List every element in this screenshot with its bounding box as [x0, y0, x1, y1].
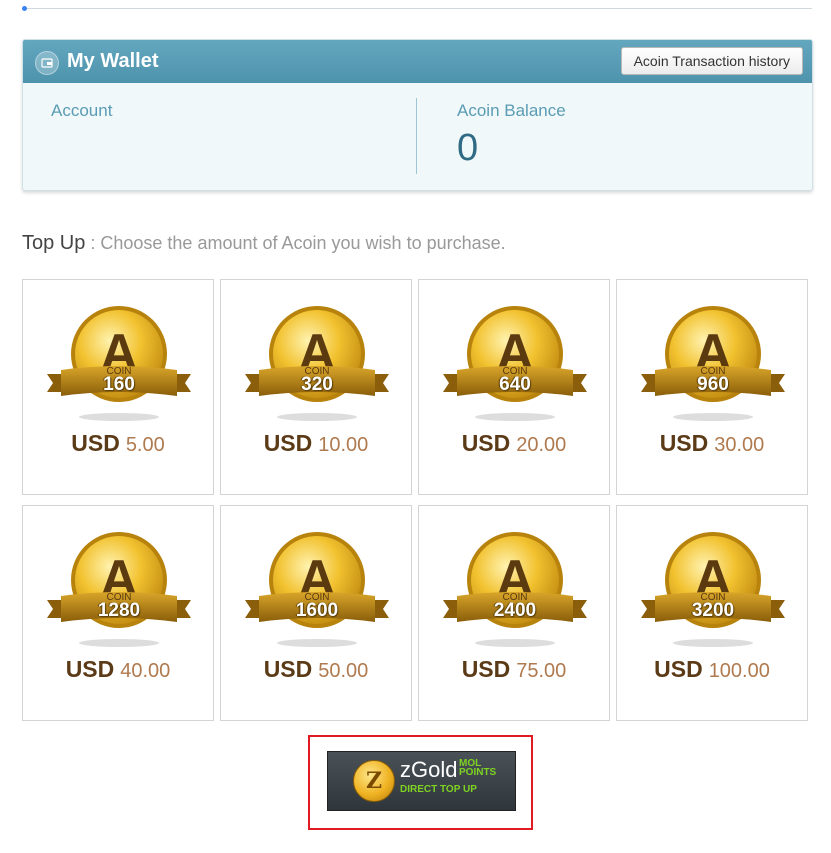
zgold-topup-button[interactable]: Z zGold MOL POINTS DIRECT TOP UP — [327, 751, 516, 811]
package-card[interactable]: A COIN 160 USD 5.00 — [22, 279, 214, 495]
price-amount: 40.00 — [120, 660, 171, 682]
price-currency: USD — [654, 656, 703, 682]
account-label: Account — [51, 101, 113, 120]
price-amount: 10.00 — [318, 434, 369, 456]
topup-subtitle: : Choose the amount of Acoin you wish to… — [85, 233, 506, 253]
wallet-title: My Wallet — [67, 50, 159, 72]
price-amount: 5.00 — [125, 434, 165, 456]
acoin-icon: ACOIN — [641, 532, 785, 647]
price-amount: 30.00 — [714, 434, 765, 456]
wallet-icon — [35, 51, 59, 75]
price: USD 50.00 — [221, 656, 411, 683]
acoin-icon: ACOIN — [245, 306, 389, 421]
zgold-coin-icon: Z — [353, 760, 395, 802]
price-currency: USD — [461, 656, 511, 682]
price: USD 10.00 — [221, 430, 411, 457]
balance-label: Acoin Balance — [457, 101, 566, 120]
price-amount: 75.00 — [516, 660, 567, 682]
coin-amount: 3200 — [691, 600, 735, 621]
acoin-icon: ACOIN — [47, 306, 191, 421]
topup-heading: Top Up : Choose the amount of Acoin you … — [22, 232, 506, 255]
acoin-icon: ACOIN — [641, 306, 785, 421]
zgold-badge: MOL POINTS — [459, 758, 497, 778]
coin-amount: 960 — [697, 374, 729, 395]
wallet-panel: My Wallet Acoin Transaction history Acco… — [22, 39, 813, 191]
wallet-header: My Wallet Acoin Transaction history — [23, 40, 812, 83]
price-currency: USD — [71, 430, 120, 456]
price-amount: 100.00 — [708, 660, 770, 682]
zgold-coin-letter: Z — [365, 768, 383, 794]
price: USD 100.00 — [617, 656, 807, 683]
zgold-tagline: DIRECT TOP UP — [400, 784, 477, 795]
price-currency: USD — [263, 656, 313, 682]
package-card[interactable]: A COIN 3200 USD 100.00 — [616, 505, 808, 721]
price-amount: 20.00 — [516, 434, 567, 456]
coin-amount: 1600 — [295, 600, 339, 621]
coin-amount: 1280 — [97, 600, 141, 621]
price-currency: USD — [65, 656, 115, 682]
acoin-icon: ACOIN — [47, 532, 191, 647]
acoin-icon: ACOIN — [245, 532, 389, 647]
package-card[interactable]: A COIN 1280 USD 40.00 — [22, 505, 214, 721]
price: USD 30.00 — [617, 430, 807, 457]
balance-value: 0 — [457, 127, 479, 169]
package-card[interactable]: A COIN 640 USD 20.00 — [418, 279, 610, 495]
wallet-divider — [416, 98, 417, 174]
top-divider — [22, 8, 812, 9]
coin-amount: 160 — [103, 374, 135, 395]
acoin-icon: ACOIN — [443, 306, 587, 421]
price: USD 75.00 — [419, 656, 609, 683]
price-currency: USD — [461, 430, 511, 456]
progress-dot — [22, 6, 27, 11]
zgold-highlight: Z zGold MOL POINTS DIRECT TOP UP — [308, 735, 533, 830]
topup-title: Top Up — [22, 232, 86, 254]
coin-amount: 2400 — [493, 600, 537, 621]
package-card[interactable]: A COIN 2400 USD 75.00 — [418, 505, 610, 721]
coin-amount: 320 — [301, 374, 333, 395]
price: USD 20.00 — [419, 430, 609, 457]
package-grid: A COIN 160 USD 5.00 A COIN 320 USD 10.00 A COIN 640 U… — [22, 279, 808, 721]
acoin-icon: ACOIN — [443, 532, 587, 647]
price: USD 5.00 — [23, 430, 213, 457]
package-card[interactable]: A COIN 1600 USD 50.00 — [220, 505, 412, 721]
price-currency: USD — [263, 430, 313, 456]
price: USD 40.00 — [23, 656, 213, 683]
package-card[interactable]: A COIN 960 USD 30.00 — [616, 279, 808, 495]
price-amount: 50.00 — [318, 660, 369, 682]
price-currency: USD — [659, 430, 709, 456]
zgold-name: zGold — [400, 757, 458, 782]
coin-amount: 640 — [499, 374, 531, 395]
package-card[interactable]: A COIN 320 USD 10.00 — [220, 279, 412, 495]
transaction-history-button[interactable]: Acoin Transaction history — [620, 47, 803, 75]
